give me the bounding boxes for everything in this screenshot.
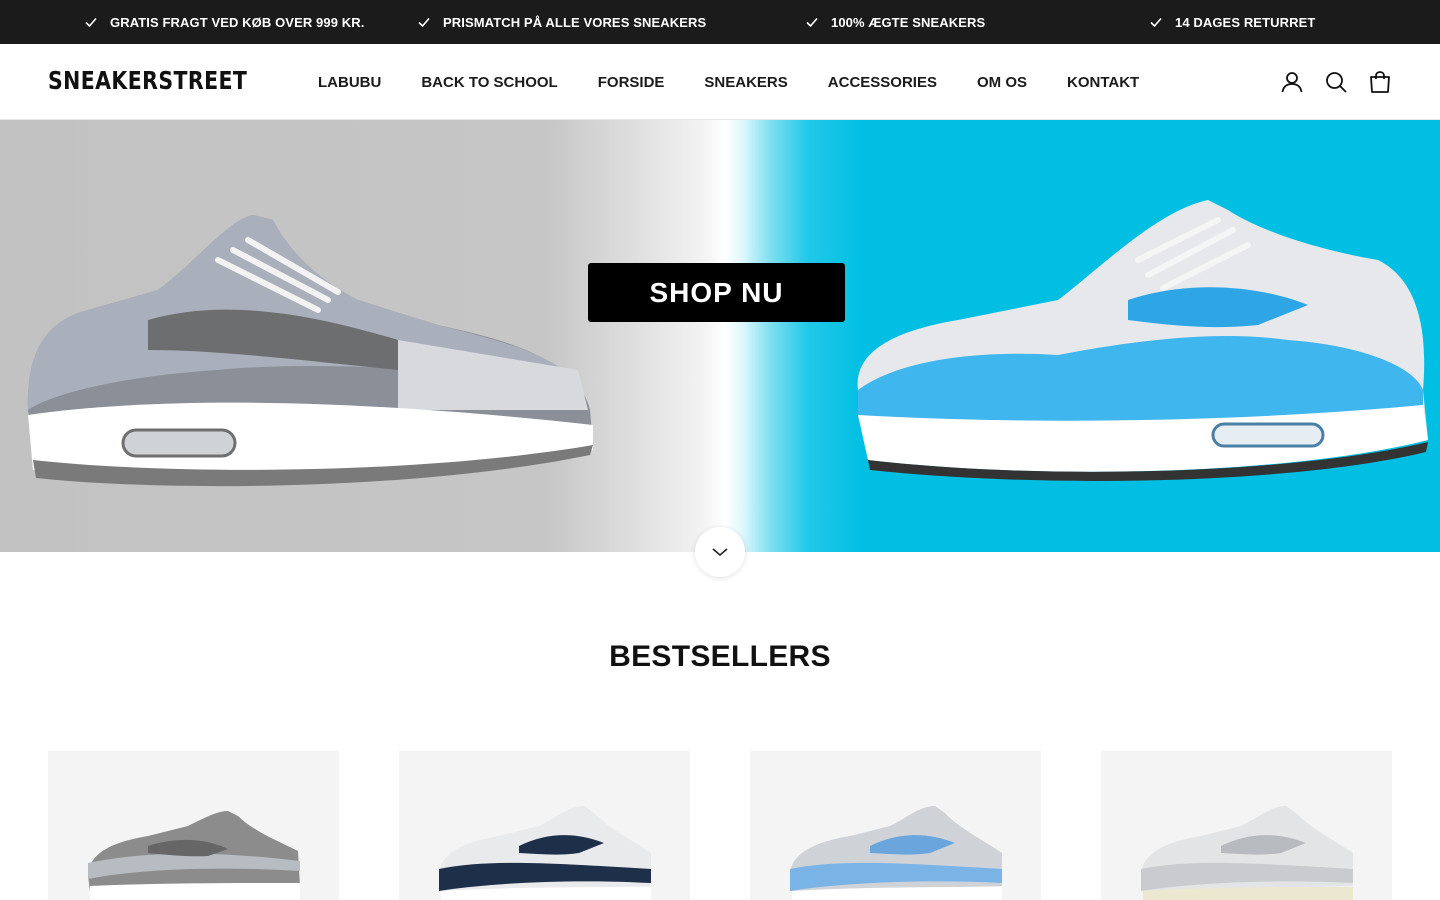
check-icon: [806, 17, 818, 28]
announcement-bar: GRATIS FRAGT VED KØB OVER 999 KR. PRISMA…: [0, 0, 1440, 44]
product-image-grey: [88, 811, 300, 900]
nav-item-forside[interactable]: FORSIDE: [598, 74, 665, 91]
product-image-navy: [439, 806, 651, 900]
cart-bag-icon[interactable]: [1367, 69, 1393, 95]
site-logo[interactable]: SNEAKERSTREET: [48, 66, 247, 95]
nav-item-sneakers[interactable]: SNEAKERS: [704, 74, 787, 91]
search-icon[interactable]: [1323, 69, 1349, 95]
product-card[interactable]: [48, 751, 339, 900]
account-icon[interactable]: [1279, 69, 1305, 95]
main-nav: LABUBU BACK TO SCHOOL FORSIDE SNEAKERS A…: [318, 44, 1179, 120]
product-image-white-grey: [1141, 806, 1353, 900]
nav-item-kontakt[interactable]: KONTAKT: [1067, 74, 1139, 91]
announcement-item-returns: 14 DAGES RETURRET: [1149, 0, 1315, 44]
check-icon: [418, 17, 430, 28]
nav-item-accessories[interactable]: ACCESSORIES: [828, 74, 937, 91]
site-header: SNEAKERSTREET LABUBU BACK TO SCHOOL FORS…: [0, 44, 1440, 120]
blue-sneaker-image: [857, 200, 1428, 481]
product-card[interactable]: [750, 751, 1041, 900]
announcement-text: PRISMATCH PÅ ALLE VORES SNEAKERS: [443, 14, 707, 30]
announcement-item-authentic: 100% ÆGTE SNEAKERS: [805, 0, 985, 44]
grey-sneaker-image: [27, 215, 593, 487]
product-card[interactable]: [1101, 751, 1392, 900]
product-card[interactable]: [399, 751, 690, 900]
nav-item-om-os[interactable]: OM OS: [977, 74, 1027, 91]
check-icon: [1150, 17, 1162, 28]
product-image-light-blue: [790, 806, 1002, 900]
shop-now-button[interactable]: SHOP NU: [588, 263, 845, 322]
announcement-text: 14 DAGES RETURRET: [1175, 14, 1316, 30]
announcement-item-price-match: PRISMATCH PÅ ALLE VORES SNEAKERS: [417, 0, 706, 44]
announcement-text: 100% ÆGTE SNEAKERS: [831, 14, 986, 30]
check-icon: [85, 17, 97, 28]
announcement-text: GRATIS FRAGT VED KØB OVER 999 KR.: [110, 14, 365, 30]
chevron-down-icon: [712, 548, 728, 557]
scroll-down-button[interactable]: [695, 527, 745, 577]
nav-item-back-to-school[interactable]: BACK TO SCHOOL: [421, 74, 557, 91]
bestsellers-title: BESTSELLERS: [609, 640, 831, 673]
nav-item-labubu[interactable]: LABUBU: [318, 74, 381, 91]
announcement-item-free-shipping: GRATIS FRAGT VED KØB OVER 999 KR.: [84, 0, 364, 44]
hero-banner[interactable]: SHOP NU: [0, 120, 1440, 552]
